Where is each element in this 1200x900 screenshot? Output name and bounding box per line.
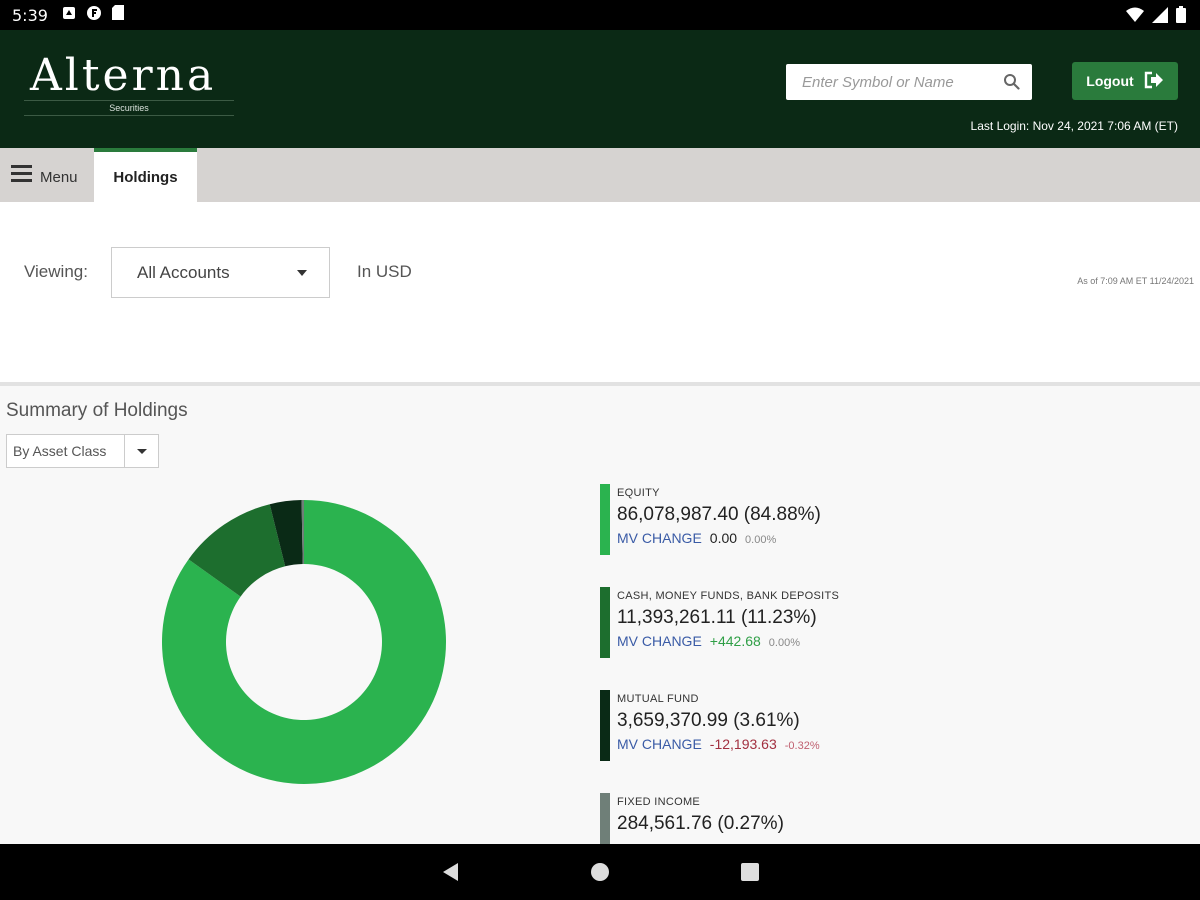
search-icon[interactable] (1003, 73, 1020, 95)
caret-down-icon (297, 270, 307, 276)
status-bar: 5:39 (0, 0, 1200, 30)
system-nav-bar (0, 844, 1200, 900)
notification-icon (62, 6, 76, 25)
caret-down-icon (136, 448, 147, 454)
back-icon[interactable] (441, 862, 459, 887)
mv-change-amount: -12,193.63 (709, 736, 777, 752)
currency-label: In USD (357, 262, 412, 281)
legend-color-bar (600, 690, 610, 761)
logout-icon (1144, 71, 1164, 92)
tab-bar: Menu Holdings (0, 148, 1200, 202)
logo-name: Alterna (30, 50, 217, 101)
viewing-label: Viewing: (24, 262, 88, 281)
mv-change: MV CHANGE 0.00 0.00% (617, 530, 1160, 546)
legend-name: CASH, MONEY FUNDS, BANK DEPOSITS (617, 590, 840, 602)
legend-value: 86,078,987.40 (84.88%) (617, 504, 821, 525)
menu-label: Menu (40, 168, 78, 186)
legend-name: FIXED INCOME (617, 796, 701, 808)
search-input[interactable] (802, 73, 1002, 91)
legend-value: 11,393,261.11 (11.23%) (617, 607, 817, 628)
asset-class-donut-chart (162, 500, 446, 784)
dropdown-toggle[interactable] (124, 435, 158, 467)
mv-change-percent: 0.00% (768, 637, 800, 649)
mv-change: MV CHANGE -12,193.63 -0.32% (617, 736, 1160, 752)
mv-change-percent: 0.00% (745, 534, 777, 546)
legend-value: 3,659,370.99 (3.61%) (617, 710, 800, 731)
legend-value: 284,561.76 (0.27%) (617, 813, 784, 834)
status-indicators (1126, 6, 1186, 28)
logo-subtitle: Securities (24, 100, 234, 116)
recents-icon[interactable] (741, 863, 759, 881)
legend-item-equity[interactable]: EQUITY 86,078,987.40 (84.88%) MV CHANGE … (600, 484, 1160, 587)
summary-of-holdings: Summary of Holdings By Asset Class EQUIT… (0, 386, 1200, 864)
mv-change-label: MV CHANGE (617, 633, 702, 649)
asset-class-select[interactable]: By Asset Class (6, 434, 159, 468)
as-of-timestamp: As of 7:09 AM ET 11/24/2021 (1077, 276, 1194, 286)
asset-class-select-value: By Asset Class (13, 443, 107, 459)
tab-holdings[interactable]: Holdings (94, 148, 197, 202)
legend-name: MUTUAL FUND (617, 693, 699, 705)
status-time: 5:39 (12, 5, 48, 25)
account-select[interactable]: All Accounts (111, 247, 330, 298)
mv-change-percent: -0.32% (784, 740, 820, 752)
battery-icon (1176, 6, 1186, 28)
symbol-search[interactable] (786, 64, 1032, 100)
account-select-value: All Accounts (137, 262, 230, 282)
logout-button[interactable]: Logout (1072, 62, 1178, 100)
asset-class-legend: EQUITY 86,078,987.40 (84.88%) MV CHANGE … (600, 484, 1160, 896)
legend-item-mutual-fund[interactable]: MUTUAL FUND 3,659,370.99 (3.61%) MV CHAN… (600, 690, 1160, 793)
legend-name: EQUITY (617, 487, 660, 499)
summary-title: Summary of Holdings (6, 400, 188, 421)
hamburger-icon (11, 164, 32, 186)
legend-color-bar (600, 587, 610, 658)
app-notification-icon (86, 5, 102, 26)
alterna-logo: Alterna Securities (24, 50, 234, 116)
app-header: Alterna Securities Logout Last Login: No… (0, 30, 1200, 148)
legend-item-cash[interactable]: CASH, MONEY FUNDS, BANK DEPOSITS 11,393,… (600, 587, 1160, 690)
sd-card-icon (111, 5, 124, 25)
legend-color-bar (600, 484, 610, 555)
mv-change-label: MV CHANGE (617, 530, 702, 546)
mv-change: MV CHANGE +442.68 0.00% (617, 633, 1160, 649)
wifi-icon (1126, 7, 1144, 27)
menu-button[interactable]: Menu (0, 148, 94, 202)
last-login-text: Last Login: Nov 24, 2021 7:06 AM (ET) (970, 119, 1178, 133)
mv-change-label: MV CHANGE (617, 736, 702, 752)
logout-label: Logout (1086, 73, 1134, 89)
home-icon[interactable] (591, 863, 609, 881)
mv-change-amount: +442.68 (709, 633, 761, 649)
signal-icon (1152, 6, 1168, 28)
mv-change-amount: 0.00 (709, 530, 738, 546)
